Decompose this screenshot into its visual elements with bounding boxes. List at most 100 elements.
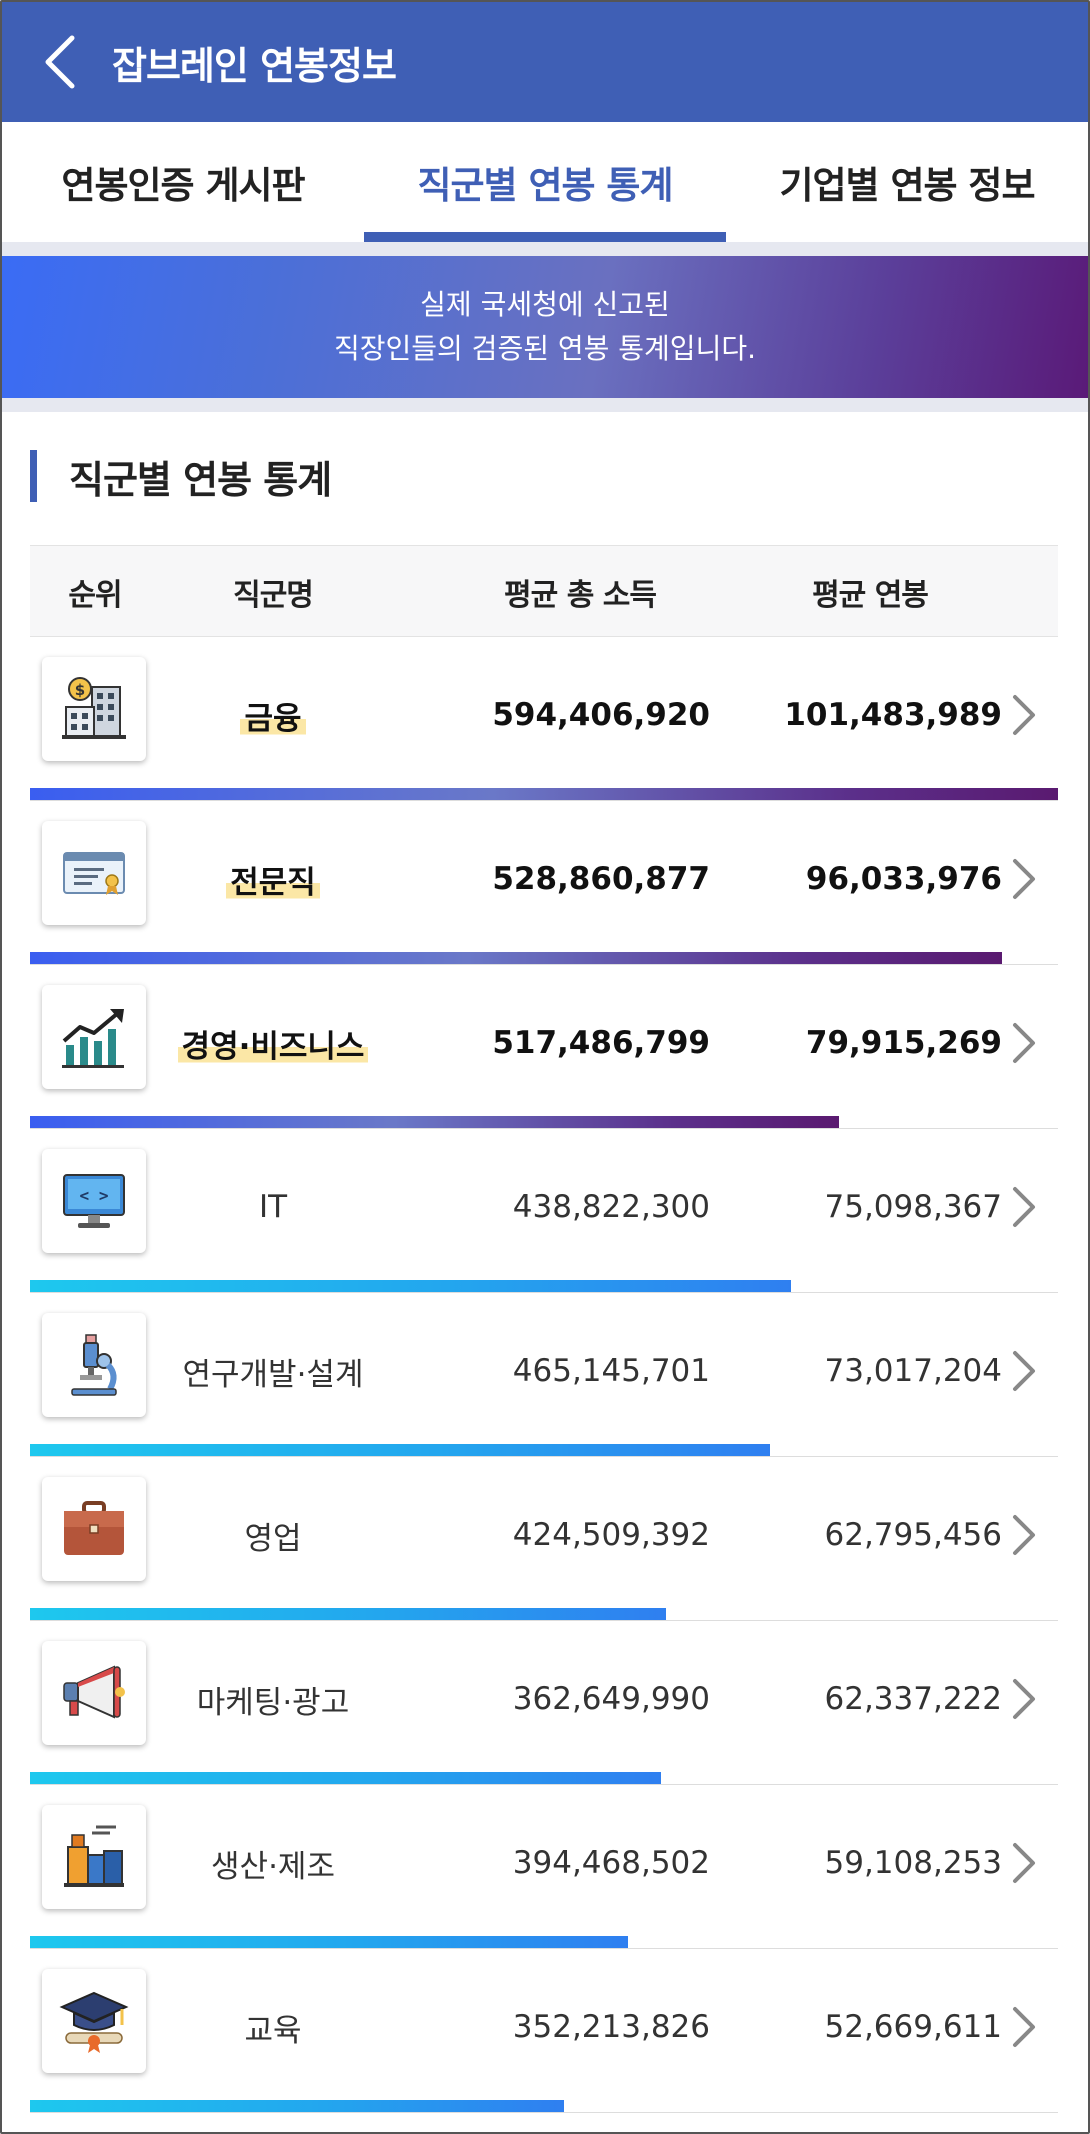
job-name-cell: 금융 xyxy=(158,637,388,793)
salary-bar xyxy=(30,1936,629,1948)
microscope-icon xyxy=(71,1334,117,1396)
job-icon-box xyxy=(42,1969,146,2073)
job-icon-box: < > xyxy=(42,1149,146,1253)
certificate-icon xyxy=(63,852,125,895)
job-name-cell: 영업 xyxy=(158,1457,388,1613)
tab-salary-certification-board[interactable]: 연봉인증 게시판 xyxy=(2,122,364,242)
table-row[interactable]: 마케팅·광고 362,649,990 62,337,222 xyxy=(30,1621,1058,1785)
chevron-right-icon xyxy=(1013,1679,1035,1719)
job-icon-box xyxy=(42,1477,146,1581)
chevron-right-icon xyxy=(1013,1023,1035,1063)
table-row[interactable]: 영업 424,509,392 62,795,456 xyxy=(30,1457,1058,1621)
salary-bar xyxy=(30,1608,667,1620)
section-heading: 직군별 연봉 통계 xyxy=(30,450,332,502)
annual-salary-value: 62,795,456 xyxy=(824,1517,1003,1553)
job-name: 전문직 xyxy=(226,856,320,902)
job-name-cell: 생산·제조 xyxy=(158,1785,388,1941)
tab-bar: 연봉인증 게시판 직군별 연봉 통계 기업별 연봉 정보 xyxy=(2,122,1088,242)
salary-bar xyxy=(30,2100,564,2112)
job-name: 연구개발·설계 xyxy=(182,1356,364,1393)
total-income-value: 424,509,392 xyxy=(512,1517,710,1553)
job-name-cell: 교육 xyxy=(158,1949,388,2105)
chevron-right-icon xyxy=(1013,1351,1035,1391)
table-row[interactable]: < > IT 438,822,300 75,098,367 xyxy=(30,1129,1058,1293)
back-button[interactable] xyxy=(20,2,100,122)
total-income-value: 594,406,920 xyxy=(492,697,710,733)
total-income-value: 528,860,877 xyxy=(492,861,710,897)
salary-bar xyxy=(30,788,1058,800)
total-income-value: 352,213,826 xyxy=(512,2009,710,2045)
table-body: $ 금융 594,406,920 101,483,989 전문직 528,860… xyxy=(30,637,1058,2113)
banner-line-2: 직장인들의 검증된 연봉 통계입니다. xyxy=(333,332,756,365)
annual-salary-value: 79,915,269 xyxy=(805,1025,1002,1061)
job-name: 마케팅·광고 xyxy=(196,1684,350,1721)
annual-salary-value: 52,669,611 xyxy=(824,2009,1003,2045)
table-row[interactable]: 교육 352,213,826 52,669,611 xyxy=(30,1949,1058,2113)
annual-salary-value: 59,108,253 xyxy=(824,1845,1003,1881)
job-name-cell: 경영·비즈니스 xyxy=(158,965,388,1121)
divider xyxy=(2,398,1088,412)
salary-bar xyxy=(30,952,1003,964)
annual-salary-value: 101,483,989 xyxy=(784,697,1002,733)
job-name-cell: 연구개발·설계 xyxy=(158,1293,388,1449)
job-icon-box xyxy=(42,1805,146,1909)
table-row[interactable]: 전문직 528,860,877 96,033,976 xyxy=(30,801,1058,965)
chevron-right-icon xyxy=(1013,859,1035,899)
job-name: 영업 xyxy=(244,1520,302,1557)
job-icon-box xyxy=(42,1313,146,1417)
graduation-cap-icon xyxy=(59,1991,129,2053)
job-name-cell: IT xyxy=(158,1129,388,1285)
annual-salary-value: 62,337,222 xyxy=(824,1681,1003,1717)
header-annual-salary: 평균 연봉 xyxy=(812,578,929,613)
job-icon-box xyxy=(42,1641,146,1745)
job-icon-box xyxy=(42,985,146,1089)
table-row[interactable]: 경영·비즈니스 517,486,799 79,915,269 xyxy=(30,965,1058,1129)
divider xyxy=(2,242,1088,256)
job-name-cell: 전문직 xyxy=(158,801,388,957)
table-row[interactable]: $ 금융 594,406,920 101,483,989 xyxy=(30,637,1058,801)
salary-table: 순위 직군명 평균 총 소득 평균 연봉 $ 금융 594,406,920 10… xyxy=(30,545,1058,2113)
job-name: 경영·비즈니스 xyxy=(177,1020,369,1066)
table-row[interactable]: 연구개발·설계 465,145,701 73,017,204 xyxy=(30,1293,1058,1457)
job-name: 생산·제조 xyxy=(211,1848,335,1885)
tab-salary-by-company[interactable]: 기업별 연봉 정보 xyxy=(726,122,1088,242)
chevron-right-icon xyxy=(1013,1515,1035,1555)
job-icon-box: $ xyxy=(42,657,146,761)
job-name-cell: 마케팅·광고 xyxy=(158,1621,388,1777)
job-name: IT xyxy=(258,1189,288,1225)
factory-icon xyxy=(64,1825,124,1887)
section-accent-bar xyxy=(30,450,37,502)
tab-salary-by-job-group[interactable]: 직군별 연봉 통계 xyxy=(364,122,726,242)
salary-bar xyxy=(30,1772,662,1784)
svg-text:$: $ xyxy=(75,681,85,699)
app-bar: 잡브레인 연봉정보 xyxy=(2,2,1088,122)
job-name: 교육 xyxy=(244,2012,302,2049)
job-icon-box xyxy=(42,821,146,925)
app-frame: 잡브레인 연봉정보 연봉인증 게시판 직군별 연봉 통계 기업별 연봉 정보 실… xyxy=(0,0,1090,2134)
chevron-right-icon xyxy=(1013,2007,1035,2047)
salary-bar xyxy=(30,1280,791,1292)
megaphone-icon xyxy=(63,1665,125,1719)
total-income-value: 362,649,990 xyxy=(512,1681,710,1717)
total-income-value: 438,822,300 xyxy=(512,1189,710,1225)
banner-line-1: 실제 국세청에 신고된 xyxy=(420,288,670,321)
table-row[interactable]: 생산·제조 394,468,502 59,108,253 xyxy=(30,1785,1058,1949)
chevron-right-icon xyxy=(1013,1843,1035,1883)
header-total-income: 평균 총 소득 xyxy=(504,578,657,613)
briefcase-icon xyxy=(64,1501,124,1555)
total-income-value: 394,468,502 xyxy=(512,1845,710,1881)
chevron-left-icon xyxy=(45,35,75,89)
chevron-right-icon xyxy=(1013,1187,1035,1227)
total-income-value: 517,486,799 xyxy=(492,1025,710,1061)
total-income-value: 465,145,701 xyxy=(512,1353,710,1389)
computer-monitor-icon: < > xyxy=(63,1174,125,1228)
section-title: 직군별 연봉 통계 xyxy=(69,457,332,502)
header-rank: 순위 xyxy=(68,578,122,613)
growth-chart-icon xyxy=(62,1009,124,1068)
chevron-right-icon xyxy=(1013,695,1035,735)
svg-text:< >: < > xyxy=(80,1186,109,1205)
job-name: 금융 xyxy=(240,692,306,738)
annual-salary-value: 75,098,367 xyxy=(824,1189,1003,1225)
header-job: 직군명 xyxy=(233,578,314,613)
salary-bar xyxy=(30,1116,840,1128)
